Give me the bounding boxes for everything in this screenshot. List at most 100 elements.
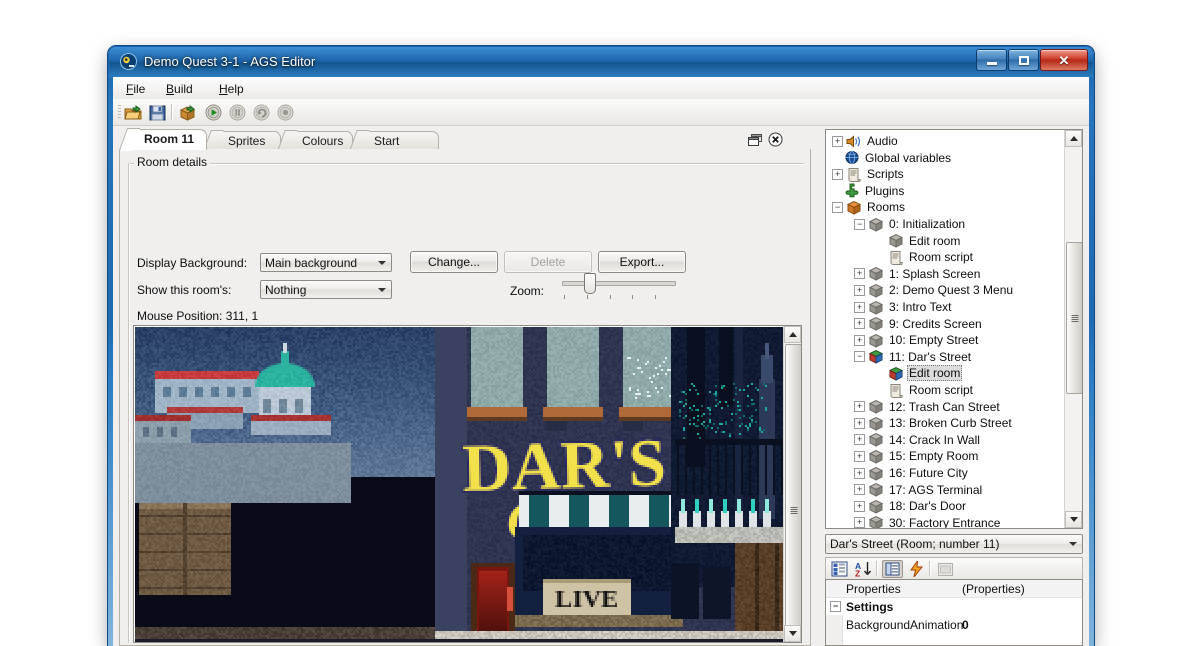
tree-expander-icon[interactable]: + [854, 268, 865, 280]
maximize-button[interactable] [1008, 49, 1039, 71]
tree-node[interactable]: +17: AGS Terminal [854, 482, 984, 498]
group-left-line [128, 163, 130, 643]
properties-view-icon[interactable] [882, 560, 903, 578]
tree-node[interactable]: +9: Credits Screen [854, 316, 984, 332]
properties-grid-header: Properties (Properties) [826, 580, 1082, 598]
close-button[interactable]: ✕ [1040, 49, 1088, 71]
run-icon[interactable] [203, 103, 223, 122]
tab-colours[interactable]: Colours [289, 131, 353, 150]
alphabetical-sort-icon[interactable]: A Z [853, 560, 874, 578]
tree-node-label: 0: Initialization [889, 217, 966, 231]
tree-node[interactable]: + Audio [832, 133, 900, 149]
tree-node[interactable]: Edit room [876, 365, 963, 382]
scroll-up-arrow[interactable] [784, 326, 801, 343]
tree-node[interactable]: +15: Empty Room [854, 448, 980, 464]
tree-node[interactable]: Room script [876, 249, 975, 265]
tab-room-11[interactable]: Room 11 [131, 129, 207, 150]
display-background-combo[interactable]: Main background [260, 253, 392, 272]
zoom-slider-thumb[interactable] [584, 273, 597, 294]
show-this-rooms-combo[interactable]: Nothing [260, 280, 392, 299]
tree-node[interactable]: +12: Trash Can Street [854, 399, 1002, 415]
tree-expander-icon[interactable]: + [854, 467, 865, 479]
room-icon [868, 333, 884, 348]
tree-node[interactable]: +10: Empty Street [854, 332, 980, 348]
tree-node[interactable]: − Rooms [832, 199, 907, 215]
room-details-title: Room details [134, 155, 211, 169]
tree-node-label: Room script [909, 383, 974, 397]
tree-node[interactable]: +13: Broken Curb Street [854, 415, 1014, 431]
room-icon [868, 266, 884, 282]
room-background-image[interactable] [135, 327, 795, 642]
tree-expander-icon[interactable]: − [854, 351, 865, 363]
tree-node-label: Room script [909, 250, 974, 265]
property-pages-icon [935, 560, 956, 578]
property-object-selector[interactable]: Dar's Street (Room; number 11) [825, 534, 1083, 554]
mouse-position-label: Mouse Position: 311, 1 [137, 309, 259, 323]
window-controls: ✕ [976, 49, 1088, 71]
categorized-view-icon[interactable] [829, 560, 850, 578]
tree-node[interactable]: − 0: Initialization [854, 216, 967, 232]
tree-expander-icon[interactable]: + [854, 450, 865, 462]
export-button[interactable]: Export... [598, 251, 686, 273]
change-button[interactable]: Change... [410, 251, 498, 273]
room-icon [888, 233, 904, 248]
tree-expander-icon[interactable]: + [854, 334, 865, 346]
tree-node[interactable]: +16: Future City [854, 465, 970, 481]
step-icon[interactable] [251, 103, 271, 122]
collapse-icon[interactable]: − [830, 601, 841, 612]
properties-grid[interactable]: Properties (Properties) − Settings Backg… [825, 579, 1083, 646]
tree-node[interactable]: +30: Factory Entrance [854, 515, 1002, 528]
events-view-icon[interactable] [906, 560, 927, 578]
tree-expander-icon[interactable]: + [854, 434, 865, 446]
tree-scroll-down-arrow[interactable] [1065, 511, 1082, 528]
save-icon[interactable] [147, 103, 167, 122]
room-icon [868, 300, 884, 315]
tree-node[interactable]: Plugins [832, 183, 906, 199]
build-package-icon[interactable] [177, 103, 197, 122]
zoom-slider[interactable] [560, 272, 680, 302]
stop-icon[interactable] [275, 103, 295, 122]
tree-expander-icon[interactable]: + [854, 301, 865, 313]
tree-vertical-scrollbar[interactable] [1064, 130, 1082, 528]
room-background-viewport[interactable] [133, 325, 802, 643]
tree-node[interactable]: Room script [876, 382, 975, 398]
tree-node[interactable]: − 11: Dar's Street [854, 349, 973, 365]
properties-row-backgroundanimation[interactable]: BackgroundAnimation 0 [826, 616, 1082, 633]
tree-node[interactable]: + Scripts [832, 166, 906, 182]
open-project-icon[interactable] [123, 103, 143, 122]
minimize-button[interactable] [976, 49, 1007, 71]
tree-expander-icon[interactable]: + [854, 484, 865, 496]
tree-node[interactable]: Global variables [832, 150, 953, 166]
tree-expander-icon[interactable]: + [854, 417, 865, 429]
tree-expander-icon[interactable]: + [854, 318, 865, 330]
room-vertical-scrollbar[interactable] [783, 326, 801, 642]
tree-expander-icon[interactable]: + [832, 168, 843, 180]
properties-category-settings[interactable]: − Settings [826, 598, 1082, 615]
tree-expander-icon[interactable]: − [854, 218, 865, 230]
tree-node[interactable]: +3: Intro Text [854, 299, 953, 315]
tab-sprites[interactable]: Sprites [215, 131, 281, 150]
tree-scroll-up-arrow[interactable] [1065, 130, 1082, 147]
tree-expander-icon[interactable]: − [832, 201, 843, 213]
title-bar[interactable]: Demo Quest 3-1 - AGS Editor ✕ [108, 46, 1094, 77]
pause-icon[interactable] [227, 103, 247, 122]
menu-file[interactable]: File [119, 80, 152, 98]
tree-node[interactable]: +18: Dar's Door [854, 498, 968, 514]
menu-build[interactable]: Build [159, 80, 200, 98]
tree-node[interactable]: Edit room [876, 233, 962, 249]
tree-node[interactable]: +1: Splash Screen [854, 266, 982, 282]
tree-expander-icon[interactable]: + [854, 401, 865, 413]
tree-node[interactable]: +14: Crack In Wall [854, 432, 982, 448]
project-explorer-tree[interactable]: + Audio Global variables + Scripts Plugins − Ro… [825, 129, 1083, 529]
toolbar-grip[interactable] [118, 105, 121, 119]
tab-start-page[interactable]: Start Page [361, 131, 439, 162]
tree-node[interactable]: +2: Demo Quest 3 Menu [854, 282, 1015, 298]
tree-scroll-thumb[interactable] [1066, 242, 1082, 394]
tree-expander-icon[interactable]: + [854, 517, 865, 528]
menu-help[interactable]: Help [212, 80, 251, 98]
scroll-thumb[interactable] [785, 344, 801, 642]
tree-expander-icon[interactable]: + [854, 284, 865, 296]
tree-node-label: 9: Credits Screen [889, 316, 982, 331]
tree-expander-icon[interactable]: + [854, 500, 865, 512]
tree-expander-icon[interactable]: + [832, 135, 843, 147]
